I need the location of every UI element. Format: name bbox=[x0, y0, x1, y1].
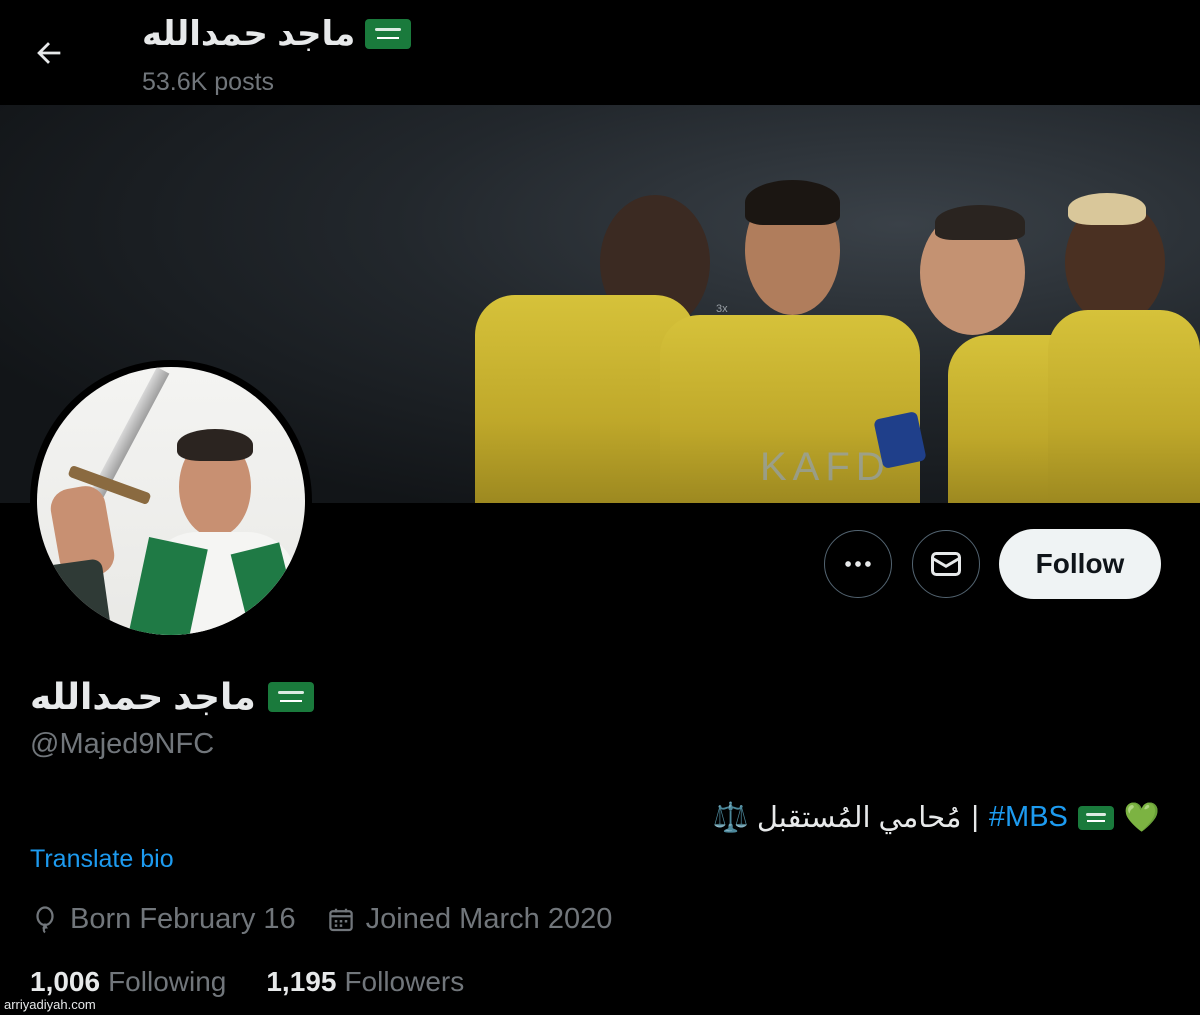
avatar-hair bbox=[177, 429, 253, 461]
following-link[interactable]: 1,006 Following bbox=[30, 966, 226, 998]
following-count: 1,006 bbox=[30, 966, 101, 997]
back-arrow-icon bbox=[37, 42, 61, 64]
flag-icon bbox=[365, 19, 412, 49]
banner-player-hair bbox=[1068, 193, 1146, 225]
heart-icon: 💚 bbox=[1123, 801, 1160, 834]
profile-display-name: ماجد حمدالله bbox=[30, 676, 256, 717]
more-icon bbox=[845, 561, 871, 567]
profile-bio: 💚 #MBS | مُحامي المُستقبل ⚖️ bbox=[713, 800, 1160, 835]
bio-hashtag-link[interactable]: #MBS bbox=[989, 801, 1068, 834]
bio-separator: | bbox=[971, 801, 979, 833]
header-display-name-row: ماجد حمدالله bbox=[142, 14, 412, 54]
born-text: Born February 16 bbox=[70, 903, 296, 935]
followers-label: Followers bbox=[344, 966, 465, 997]
translate-bio-link[interactable]: Translate bio bbox=[30, 845, 174, 874]
banner-player-hair bbox=[745, 180, 840, 225]
top-header: ماجد حمدالله 53.6K posts bbox=[0, 0, 1200, 105]
joined-text: Joined March 2020 bbox=[365, 903, 613, 935]
posts-count: 53.6K posts bbox=[142, 68, 275, 96]
banner-player-jersey bbox=[1048, 310, 1200, 503]
banner-player-hair bbox=[935, 205, 1025, 240]
bio-text: مُحامي المُستقبل ⚖️ bbox=[712, 802, 962, 834]
followers-link[interactable]: 1,195 Followers bbox=[266, 966, 464, 998]
following-label: Following bbox=[108, 966, 227, 997]
balloon-icon bbox=[36, 905, 54, 933]
follow-button[interactable]: Follow bbox=[999, 529, 1161, 599]
born-date: Born February 16 bbox=[30, 903, 296, 936]
banner-jersey-text: KAFD bbox=[760, 445, 891, 489]
mail-icon bbox=[931, 552, 961, 576]
joined-date: Joined March 2020 bbox=[326, 903, 613, 936]
profile-handle: @Majed9NFC bbox=[30, 728, 215, 760]
flag-icon bbox=[1077, 805, 1114, 830]
back-button[interactable] bbox=[28, 32, 70, 74]
followers-count: 1,195 bbox=[266, 966, 337, 997]
profile-meta: Born February 16 Joined March 2020 bbox=[30, 903, 642, 936]
more-button[interactable] bbox=[824, 530, 892, 598]
calendar-icon bbox=[328, 908, 353, 931]
header-display-name: ماجد حمدالله bbox=[142, 15, 356, 53]
avatar-image bbox=[37, 367, 305, 635]
profile-display-name-row: ماجد حمدالله bbox=[30, 676, 314, 718]
watermark: arriyadiyah.com bbox=[4, 997, 96, 1012]
message-button[interactable] bbox=[912, 530, 980, 598]
banner-small-text: 3x bbox=[716, 303, 728, 315]
avatar[interactable] bbox=[30, 360, 312, 642]
avatar-sleeve bbox=[41, 558, 113, 635]
profile-stats: 1,006 Following 1,195 Followers bbox=[30, 966, 504, 998]
flag-icon bbox=[267, 682, 314, 712]
